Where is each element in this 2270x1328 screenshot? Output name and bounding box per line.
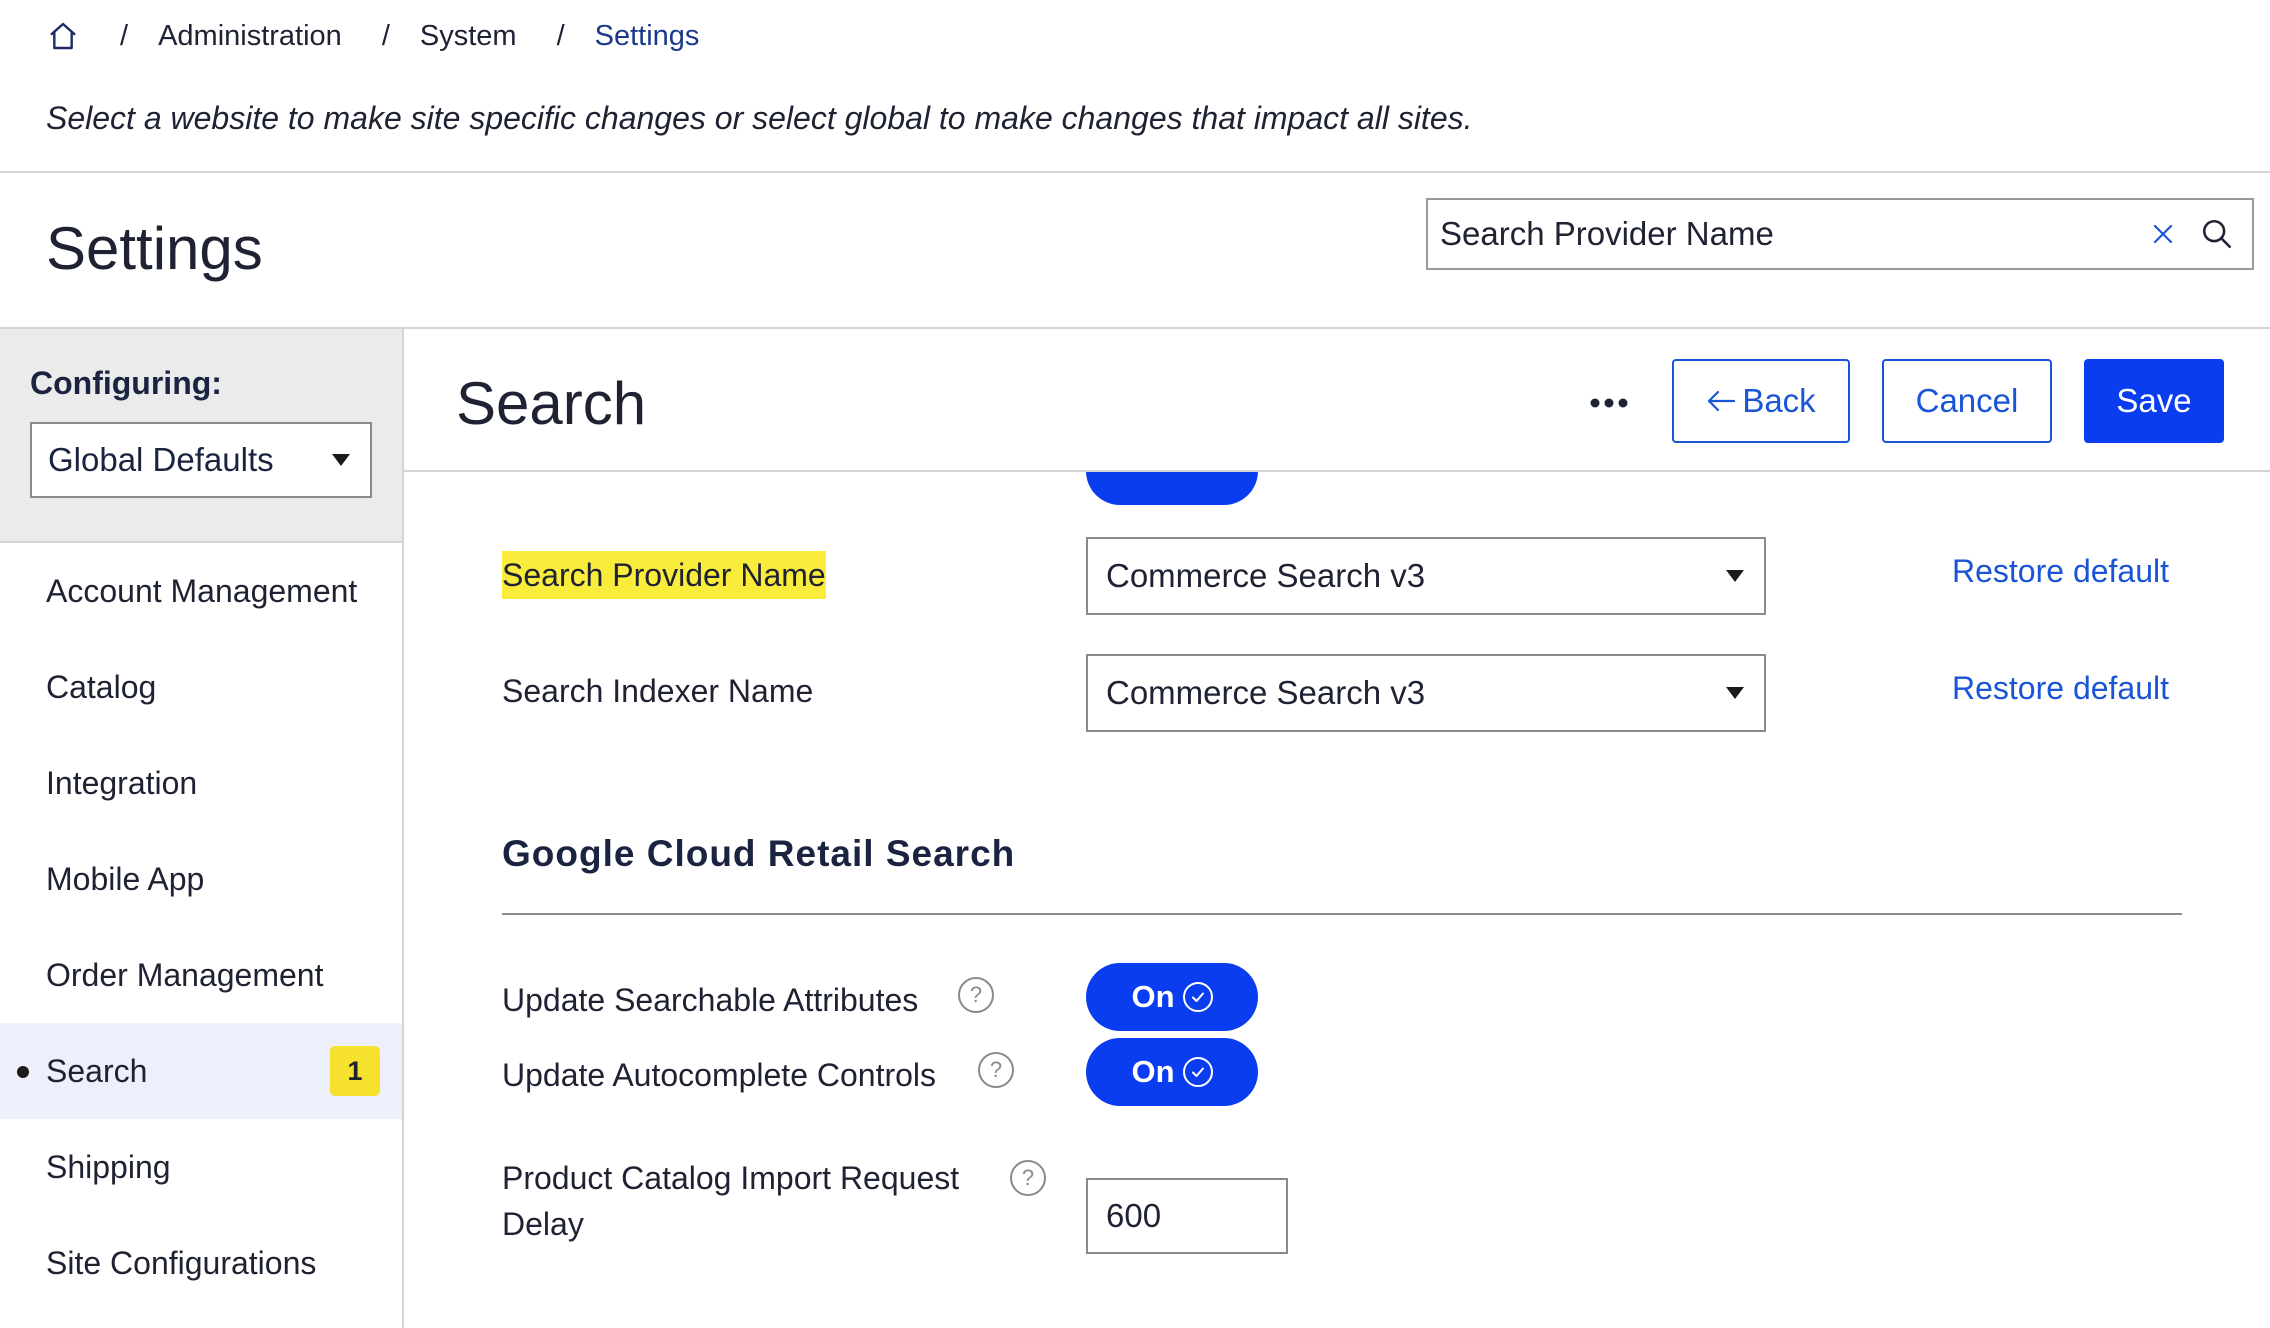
field-label-autocomplete-controls: Update Autocomplete Controls (502, 1057, 937, 1093)
sidebar-item-label: Search (46, 1052, 148, 1089)
sidebar-item-integration[interactable]: Integration (0, 735, 402, 831)
cancel-button[interactable]: Cancel (1882, 359, 2052, 443)
searchable-attributes-toggle[interactable]: On (1086, 963, 1258, 1031)
sidebar-item-order-management[interactable]: Order Management (0, 927, 402, 1023)
breadcrumb-system[interactable]: System (420, 20, 517, 53)
search-input[interactable] (1428, 214, 2138, 254)
change-count-badge: 1 (330, 1046, 380, 1096)
settings-search (1426, 198, 2254, 270)
restore-default-link[interactable]: Restore default (1952, 670, 2169, 707)
help-icon[interactable]: ? (958, 977, 994, 1013)
divider (0, 171, 2270, 173)
check-circle-icon (1182, 1057, 1213, 1087)
sidebar-item-label: Integration (46, 764, 198, 801)
close-icon[interactable] (2138, 209, 2188, 259)
search-match-highlight: Search Provider Name (502, 551, 826, 599)
sidebar-item-account-management[interactable]: Account Management (0, 543, 402, 639)
autocomplete-controls-toggle[interactable]: On (1086, 1038, 1258, 1106)
site-select[interactable]: Global Defaults (30, 422, 372, 498)
home-icon[interactable] (46, 19, 80, 53)
sidebar-item-site-configurations[interactable]: Site Configurations (0, 1215, 402, 1311)
restore-default-link[interactable]: Restore default (1952, 553, 2169, 590)
main-content: Search Back Cancel Save Search Provider … (404, 329, 2270, 1328)
breadcrumb-separator: / (120, 19, 129, 52)
sidebar-item-shipping[interactable]: Shipping (0, 1119, 402, 1215)
more-horizontal-icon[interactable] (1574, 373, 1644, 433)
sidebar: Configuring: Global Defaults Account Man… (0, 329, 404, 1328)
toggle-state: On (1131, 1054, 1175, 1089)
caret-down-icon (1726, 570, 1744, 582)
sidebar-item-label: Catalog (46, 668, 157, 705)
breadcrumb: / Administration / System / Settings (46, 14, 699, 58)
sidebar-item-label: Mobile App (46, 860, 205, 897)
arrow-left-icon (1706, 389, 1736, 413)
indexer-select[interactable]: Commerce Search v3 (1086, 654, 1766, 732)
sidebar-item-label: Site Configurations (46, 1244, 317, 1281)
search-icon[interactable] (2188, 205, 2246, 263)
provider-select-value: Commerce Search v3 (1106, 557, 1426, 594)
back-button-label: Back (1742, 382, 1816, 419)
sidebar-item-mobile-app[interactable]: Mobile App (0, 831, 402, 927)
help-icon[interactable]: ? (1010, 1160, 1046, 1196)
section-divider (502, 913, 2182, 915)
sidebar-item-label: Account Management (46, 572, 358, 609)
indexer-select-value: Commerce Search v3 (1106, 674, 1426, 711)
field-label-searchable-attributes: Update Searchable Attributes (502, 982, 919, 1018)
section-title: Search (456, 370, 647, 437)
breadcrumb-administration[interactable]: Administration (158, 20, 342, 53)
active-indicator-dot (17, 1066, 29, 1078)
breadcrumb-separator: / (556, 19, 565, 52)
sidebar-item-label: Shipping (46, 1148, 171, 1185)
back-button[interactable]: Back (1672, 359, 1850, 443)
configuring-label: Configuring: (30, 365, 222, 401)
caret-down-icon (1726, 687, 1744, 699)
check-circle-icon (1182, 982, 1213, 1012)
caret-down-icon (332, 454, 350, 466)
breadcrumb-separator: / (381, 19, 390, 52)
page-title: Settings (46, 215, 263, 282)
import-delay-input[interactable]: 600 (1086, 1178, 1288, 1254)
toggle-state: On (1131, 979, 1175, 1014)
site-select-value: Global Defaults (48, 441, 274, 478)
provider-select[interactable]: Commerce Search v3 (1086, 537, 1766, 615)
page-subtitle: Select a website to make site specific c… (46, 100, 1473, 136)
save-button[interactable]: Save (2084, 359, 2224, 443)
breadcrumb-settings[interactable]: Settings (595, 20, 700, 53)
section-heading: Google Cloud Retail Search (502, 833, 1016, 874)
field-label-import-delay: Product Catalog Import Request Delay (502, 1160, 960, 1242)
sidebar-item-label: Order Management (46, 956, 324, 993)
field-label-provider: Search Provider Name (502, 551, 826, 599)
sidebar-item-search[interactable]: Search 1 (0, 1023, 402, 1119)
sidebar-item-catalog[interactable]: Catalog (0, 639, 402, 735)
configuring-panel: Configuring: Global Defaults (0, 329, 402, 543)
help-icon[interactable]: ? (978, 1052, 1014, 1088)
section-header: Search Back Cancel Save (404, 329, 2270, 472)
sidebar-nav: Account Management Catalog Integration M… (0, 543, 402, 1311)
field-label-indexer: Search Indexer Name (502, 673, 814, 709)
